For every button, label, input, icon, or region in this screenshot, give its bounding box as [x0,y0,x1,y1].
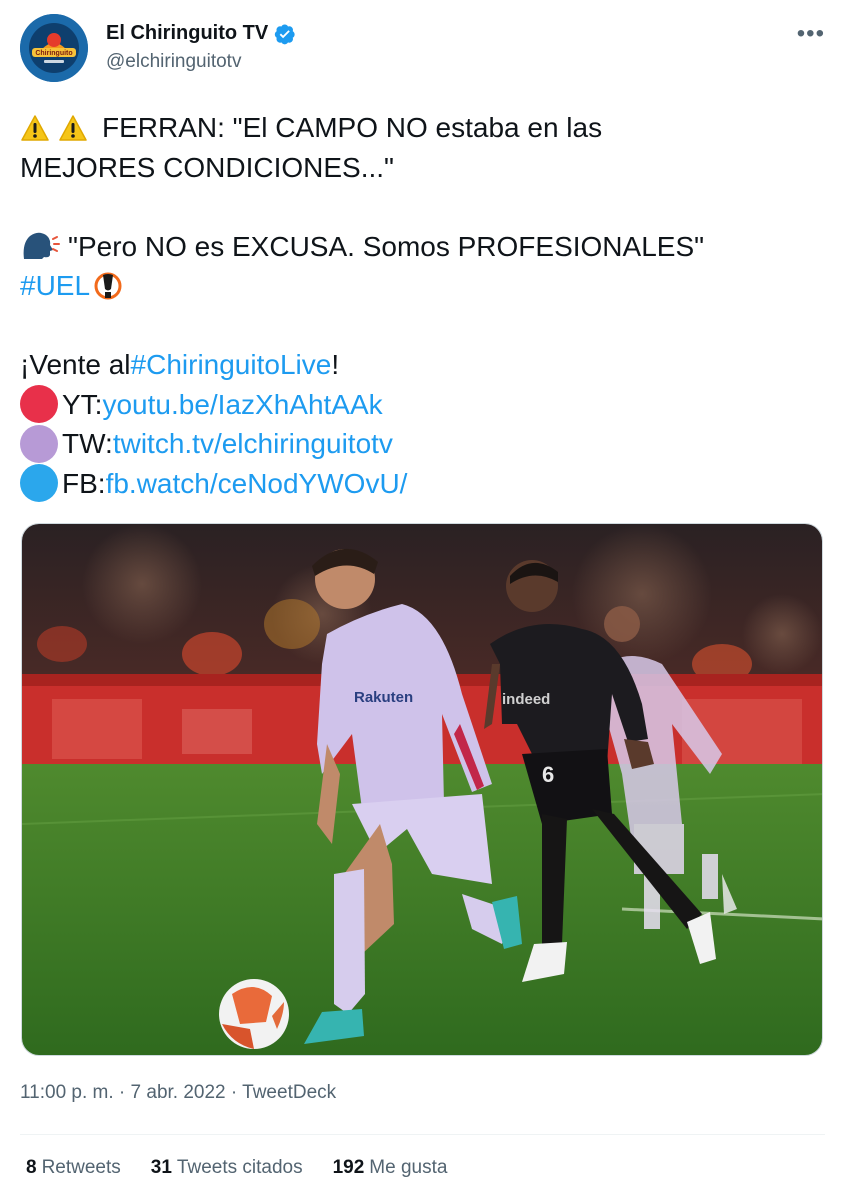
verified-badge-icon [275,24,295,44]
tweet-media-photo[interactable]: indeed 6 Rakuten [21,523,823,1056]
tweet-line-1: FERRAN: "El CAMPO NO estaba en las [20,108,825,148]
quotes-count: 31 [150,1157,172,1178]
speaking-head-icon [23,232,60,260]
fb-label: FB: [62,467,106,499]
youtube-link[interactable]: youtu.be/IazXhAhtAAk [102,385,382,425]
tweet-text-line: MEJORES CONDICIONES..." [20,151,394,183]
tweet-line-uel: #UEL [20,266,825,306]
tweet-line-tw: TW: twitch.tv/elchiringuitotv [20,424,825,464]
hashtag-uel-link[interactable]: #UEL [20,266,90,306]
trophy-icon [94,272,122,300]
tweet-line-quote: "Pero NO es EXCUSA. Somos PROFESIONALES" [20,227,825,267]
avatar-logo-text: Chiringuito [35,50,72,57]
tweet-text-line: "Pero NO es EXCUSA. Somos PROFESIONALES" [68,230,705,262]
purple-circle-icon [20,424,58,463]
warning-icon [59,115,87,141]
vente-suffix: ! [331,349,340,380]
tweet-header: Chiringuito El Chiringuito TV @elchiring… [20,14,825,86]
more-options-icon[interactable]: ••• [797,20,825,48]
likes-count: 192 [332,1157,365,1178]
tweet-text-line: FERRAN: "El CAMPO NO estaba en las [102,112,603,143]
warning-icon [21,115,49,141]
avatar[interactable]: Chiringuito [20,14,88,82]
divider [20,1134,825,1135]
tweet-stats: 8 Retweets 31 Tweets citados 192 Me gusta [26,1157,447,1179]
tweet-line-yt: YT: youtu.be/IazXhAhtAAk [20,385,825,425]
player-jersey-text: Rakuten [354,689,413,706]
tweet-line-vente: ¡Vente al #ChiringuitoLive! [20,345,825,385]
blue-circle-icon [20,464,58,503]
likes-label: Me gusta [369,1157,448,1178]
opponent-jersey-text: indeed [502,691,550,708]
handle[interactable]: @elchiringuitotv [106,51,296,73]
facebook-link[interactable]: fb.watch/ceNodYWOvU/ [106,464,408,504]
tweet-text: FERRAN: "El CAMPO NO estaba en las MEJOR… [20,108,825,503]
vente-prefix: ¡Vente al [20,349,131,380]
quote-tweets-stat[interactable]: 31 Tweets citados [151,1157,303,1179]
red-circle-icon [20,385,58,424]
tweet-line-fb: FB: fb.watch/ceNodYWOvU/ [20,464,825,504]
retweets-stat[interactable]: 8 Retweets [26,1157,121,1179]
tweet-timestamp[interactable]: 11:00 p. m. · 7 abr. 2022 · TweetDeck [20,1082,336,1104]
yt-label: YT: [62,388,103,420]
display-name[interactable]: El Chiringuito TV [106,22,268,45]
retweets-label: Retweets [41,1157,121,1178]
retweets-count: 8 [26,1157,37,1178]
twitch-link[interactable]: twitch.tv/elchiringuitotv [113,424,393,464]
tw-label: TW: [62,428,113,459]
likes-stat[interactable]: 192 Me gusta [333,1157,448,1179]
quotes-label: Tweets citados [176,1157,303,1178]
hashtag-chiringuitolive-link[interactable]: #ChiringuitoLive [131,345,332,385]
opponent-number: 6 [542,762,554,787]
